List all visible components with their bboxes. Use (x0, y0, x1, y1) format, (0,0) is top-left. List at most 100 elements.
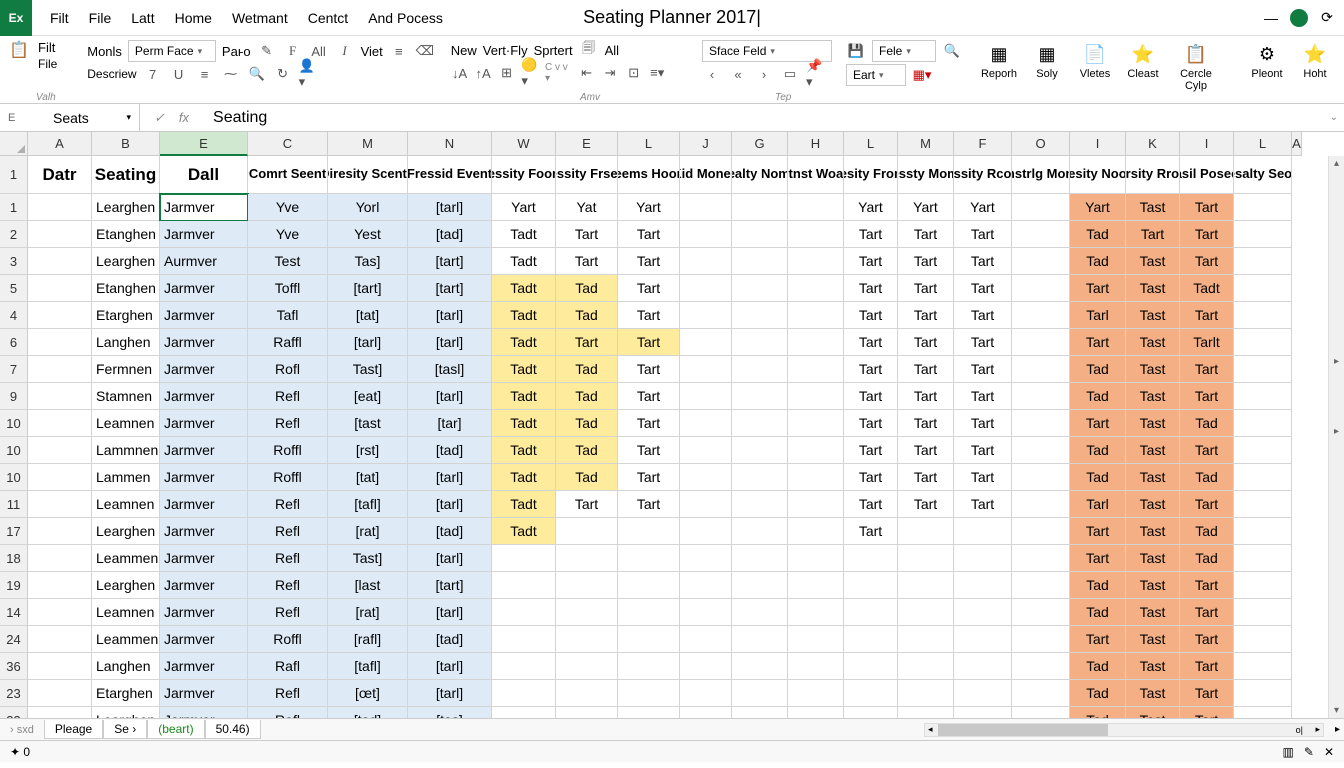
save-icon[interactable]: 💾 (846, 41, 866, 61)
col-header[interactable]: G (732, 132, 788, 156)
cell[interactable] (680, 383, 732, 410)
cell[interactable] (732, 545, 788, 572)
cell[interactable] (788, 599, 844, 626)
name-box[interactable]: E Seats ▾ (0, 104, 140, 131)
ribbon-filt[interactable]: Filt (38, 40, 81, 55)
cell[interactable]: Tast (1126, 437, 1180, 464)
menu-home[interactable]: Home (165, 2, 222, 34)
cell[interactable]: Jarmver (160, 653, 248, 680)
cell[interactable] (680, 329, 732, 356)
cell[interactable] (680, 599, 732, 626)
header-cell[interactable]: Dall (160, 156, 248, 194)
cell[interactable] (954, 572, 1012, 599)
col-header[interactable]: A (1292, 132, 1302, 156)
cell[interactable] (788, 221, 844, 248)
cell[interactable]: Tart (844, 383, 898, 410)
cleast-button[interactable]: ⭐Cleast (1120, 40, 1166, 92)
cell[interactable]: Tart (1070, 329, 1126, 356)
header-cell[interactable]: Menstrlg Mome? (1012, 156, 1070, 194)
cell[interactable] (732, 221, 788, 248)
header-cell[interactable]: Seating (92, 156, 160, 194)
cell[interactable] (788, 707, 844, 718)
cell[interactable]: Leammen (92, 545, 160, 572)
cell[interactable]: Tad (556, 302, 618, 329)
col-header[interactable]: E (556, 132, 618, 156)
cell[interactable]: Tadt (492, 464, 556, 491)
cell[interactable] (1234, 194, 1292, 221)
ribbon-all[interactable]: All (605, 43, 619, 58)
cell[interactable] (1234, 383, 1292, 410)
paste-icon[interactable]: 📋 (6, 40, 32, 60)
cell[interactable] (28, 653, 92, 680)
cell[interactable]: Tart (1180, 221, 1234, 248)
cell[interactable] (732, 248, 788, 275)
cell[interactable]: Stamnen (92, 383, 160, 410)
prev-icon[interactable]: ‹ (702, 64, 722, 84)
cell[interactable]: Tast] (328, 356, 408, 383)
cell[interactable]: [tas] (408, 707, 492, 718)
col-header[interactable]: O (1012, 132, 1070, 156)
cell[interactable]: [tast (328, 410, 408, 437)
cell[interactable] (28, 356, 92, 383)
page-icon[interactable]: ▭ (780, 64, 800, 84)
cell[interactable]: [tad] (328, 707, 408, 718)
cell[interactable]: Tart (898, 491, 954, 518)
indent-left-icon[interactable]: ⇤ (578, 63, 596, 83)
ribbon-spt[interactable]: Sprtert (534, 43, 573, 58)
view-layout-icon[interactable]: ✎ (1304, 745, 1314, 759)
header-cell[interactable]: Fasil Posee? (1180, 156, 1234, 194)
cell[interactable]: Tad (556, 464, 618, 491)
sort-desc-icon[interactable]: ↑A (474, 63, 492, 83)
cell[interactable] (556, 518, 618, 545)
cell[interactable] (28, 194, 92, 221)
cell[interactable]: Refl (248, 545, 328, 572)
cell[interactable]: Roffl (248, 437, 328, 464)
app-icon[interactable]: Ex (0, 0, 32, 36)
cell[interactable] (732, 599, 788, 626)
cell[interactable]: Tart (556, 491, 618, 518)
cell[interactable]: Raffl (248, 329, 328, 356)
cell[interactable]: [tarl] (408, 491, 492, 518)
cell[interactable]: [tarl] (408, 653, 492, 680)
cell[interactable]: Tart (844, 491, 898, 518)
menu-latt[interactable]: Latt (121, 2, 164, 34)
cell[interactable]: Tafl (248, 302, 328, 329)
cell[interactable]: Learghen (92, 194, 160, 221)
cell[interactable] (898, 599, 954, 626)
col-header[interactable]: M (328, 132, 408, 156)
cell[interactable] (1012, 599, 1070, 626)
cell[interactable] (1234, 221, 1292, 248)
cell[interactable] (28, 410, 92, 437)
cancel-formula-icon[interactable]: ✓ (154, 110, 165, 126)
col-header[interactable]: A (28, 132, 92, 156)
header-cell[interactable]: Cheems Hoone? (618, 156, 680, 194)
cell[interactable]: Tadt (1180, 275, 1234, 302)
header-cell[interactable]: Comrt Seent (248, 156, 328, 194)
ribbon-pau[interactable]: Paⱶo (222, 44, 251, 59)
cell[interactable] (732, 626, 788, 653)
cell[interactable] (28, 572, 92, 599)
sheet-tab-3[interactable]: (beart) (147, 720, 204, 739)
cell[interactable]: Tadt (492, 302, 556, 329)
cell[interactable]: [eat] (328, 383, 408, 410)
cell[interactable]: Leammen (92, 626, 160, 653)
cell[interactable]: Lammen (92, 464, 160, 491)
cell[interactable] (680, 491, 732, 518)
cell[interactable]: Tast (1126, 410, 1180, 437)
cell[interactable] (680, 545, 732, 572)
cell[interactable] (844, 626, 898, 653)
cell[interactable] (732, 302, 788, 329)
first-icon[interactable]: « (728, 64, 748, 84)
restore-icon[interactable]: ⟳ (1318, 9, 1336, 27)
cell[interactable]: Tad (556, 275, 618, 302)
cell[interactable] (680, 302, 732, 329)
cell[interactable] (954, 545, 1012, 572)
cell[interactable] (1234, 518, 1292, 545)
cell[interactable] (1012, 248, 1070, 275)
cell[interactable]: Tast (1126, 599, 1180, 626)
cell[interactable]: Tarl (1070, 302, 1126, 329)
cell[interactable] (28, 275, 92, 302)
cell[interactable]: Tart (898, 302, 954, 329)
cell[interactable]: Tart (954, 437, 1012, 464)
cell[interactable]: Tad (1180, 518, 1234, 545)
